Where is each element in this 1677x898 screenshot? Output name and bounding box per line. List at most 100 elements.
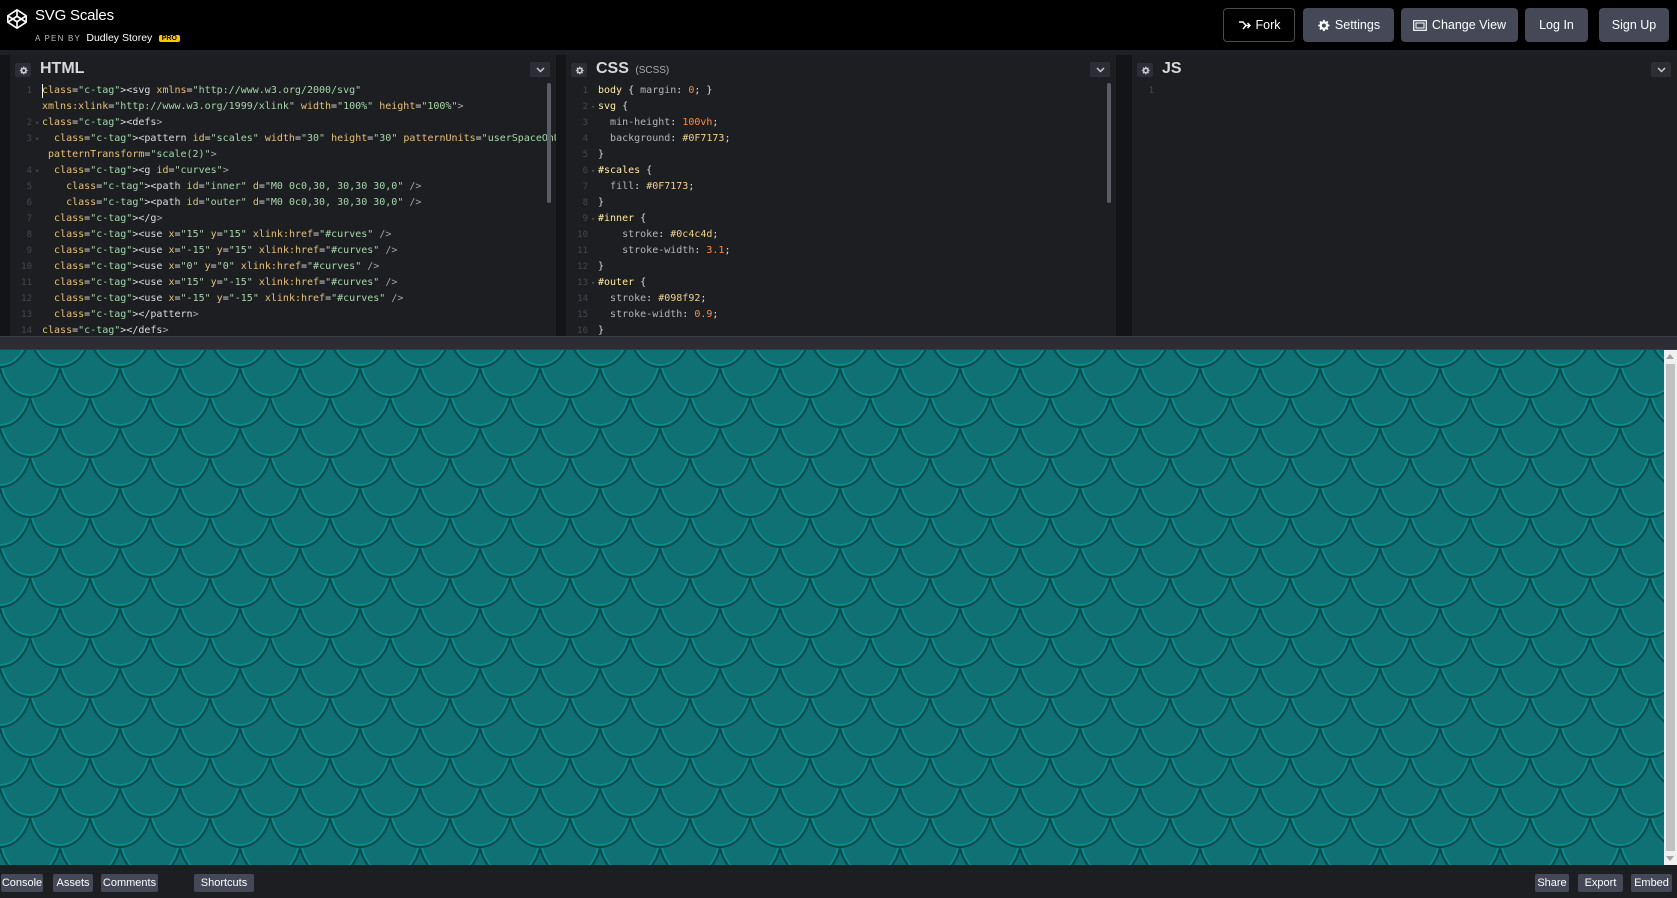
console-button[interactable]: Console [1, 874, 43, 892]
css-settings-button[interactable] [571, 63, 587, 77]
login-button[interactable]: Log In [1525, 8, 1588, 42]
author-link[interactable]: Dudley Storey [86, 32, 152, 44]
codepen-logo-icon[interactable] [6, 8, 28, 30]
export-button[interactable]: Export [1578, 874, 1623, 892]
code-line[interactable]: 13 class="c-tag"></pattern> [10, 307, 556, 323]
fish-scale-pattern [0, 350, 1664, 865]
html-settings-button[interactable] [15, 63, 31, 77]
code-line[interactable]: 15 stroke-width: 0.9; [566, 307, 1116, 323]
fold-arrow-icon[interactable]: ▾ [591, 99, 595, 115]
fold-arrow-icon[interactable]: ▾ [35, 163, 39, 179]
code-text: stroke: #098f92; [610, 293, 707, 304]
preview-scroll-thumb[interactable] [1666, 364, 1675, 851]
code-line[interactable]: 9 ▾ #inner { [566, 211, 1116, 227]
pro-badge: PRO [158, 35, 180, 42]
code-text: class="c-tag"></pattern> [54, 309, 199, 320]
fold-arrow-icon[interactable]: ▾ [35, 131, 39, 147]
scroll-down-arrow-icon[interactable] [1666, 856, 1674, 861]
code-line[interactable]: 2 ▾ svg { [566, 99, 1116, 115]
code-line[interactable]: 11 stroke-width: 3.1; [566, 243, 1116, 259]
fold-arrow-icon[interactable]: ▾ [591, 211, 595, 227]
code-line[interactable]: patternTransform="scale(2)"> [10, 147, 556, 163]
css-code-area[interactable]: 1 body { margin: 0; } 2 ▾ svg {3 min-height:… [566, 83, 1116, 336]
code-text: min-height: 100vh; [610, 117, 719, 128]
code-line[interactable]: 5} [566, 147, 1116, 163]
code-line[interactable]: 8 class="c-tag"><use x="15" y="15" xlink… [10, 227, 556, 243]
code-line[interactable]: 1 body { margin: 0; } [566, 83, 1116, 99]
css-preprocessor-label: (SCSS) [635, 65, 670, 76]
settings-button-label: Settings [1334, 18, 1381, 32]
css-collapse-button[interactable] [1090, 62, 1110, 77]
fork-icon [1238, 20, 1251, 29]
code-line[interactable]: 7 class="c-tag"></g> [10, 211, 556, 227]
css-editor-scrollbar[interactable] [1107, 83, 1111, 203]
code-text: } [598, 149, 605, 160]
code-line[interactable]: 4 background: #0F7173; [566, 131, 1116, 147]
fold-arrow-icon[interactable]: ▾ [591, 163, 595, 179]
code-line[interactable]: xmlns:xlink="http://www.w3.org/1999/xlin… [10, 99, 556, 115]
fork-button[interactable]: Fork [1223, 8, 1295, 42]
settings-button[interactable]: Settings [1303, 8, 1394, 42]
chevron-down-icon [1656, 66, 1666, 73]
line-number: 11 [577, 246, 588, 256]
assets-button[interactable]: Assets [53, 874, 93, 892]
code-line[interactable]: 7 fill: #0F7173; [566, 179, 1116, 195]
code-text: class="c-tag"><use x="15" y="15" xlink:h… [54, 229, 392, 240]
fold-arrow-icon[interactable]: ▾ [591, 275, 595, 291]
line-number: 2 [26, 118, 32, 128]
code-line[interactable]: 16} [566, 323, 1116, 336]
fold-arrow-icon[interactable]: ▾ [35, 115, 39, 131]
change-view-button[interactable]: Change View [1401, 8, 1518, 42]
pen-title: SVG Scales [35, 7, 114, 24]
code-text: } [598, 197, 605, 208]
line-number: 6 [582, 166, 588, 176]
html-collapse-button[interactable] [530, 62, 550, 77]
code-text: #inner { [598, 213, 647, 224]
line-number: 5 [582, 150, 588, 160]
code-line[interactable]: 12} [566, 259, 1116, 275]
editor-resize-handle[interactable] [0, 336, 1677, 350]
code-line[interactable]: 11 class="c-tag"><use x="15" y="-15" xli… [10, 275, 556, 291]
code-line[interactable]: 3 min-height: 100vh; [566, 115, 1116, 131]
code-line[interactable]: 14 class="c-tag"></defs> [10, 323, 556, 336]
preview-scrollbar[interactable] [1664, 350, 1677, 865]
pen-byline: A PEN BY Dudley Storey PRO [35, 32, 180, 44]
code-text: class="c-tag"></g> [54, 213, 163, 224]
code-line[interactable]: 10 stroke: #0c4c4d; [566, 227, 1116, 243]
code-text: class="c-tag"><use x="-15" y="-15" xlink… [54, 293, 404, 304]
html-code-area[interactable]: 1 class="c-tag"><svg xmlns="http://www.w3… [10, 83, 556, 336]
code-text: } [598, 261, 605, 272]
code-line[interactable]: 6 ▾ #scales { [566, 163, 1116, 179]
code-line[interactable]: 1 [1132, 83, 1677, 99]
bottom-toolbar: Console Assets Comments Shortcuts Share … [0, 865, 1677, 898]
js-editor-header: JS [1132, 55, 1677, 81]
scroll-up-arrow-icon[interactable] [1666, 354, 1674, 359]
code-line[interactable]: 1 class="c-tag"><svg xmlns="http://www.w3… [10, 83, 556, 99]
code-line[interactable]: 5 class="c-tag"><path id="inner" d="M0 0… [10, 179, 556, 195]
code-line[interactable]: 3 ▾ class="c-tag"><pattern id="scales" wi… [10, 131, 556, 147]
code-line[interactable]: 12 class="c-tag"><use x="-15" y="-15" xl… [10, 291, 556, 307]
signup-button[interactable]: Sign Up [1599, 8, 1669, 42]
js-settings-button[interactable] [1137, 63, 1153, 77]
code-line[interactable]: 6 class="c-tag"><path id="outer" d="M0 0… [10, 195, 556, 211]
code-text: fill: #0F7173; [610, 181, 695, 192]
preview-pane[interactable] [0, 350, 1664, 865]
comments-button[interactable]: Comments [101, 874, 158, 892]
embed-button[interactable]: Embed [1631, 874, 1672, 892]
js-editor-title: JS [1162, 60, 1182, 77]
js-collapse-button[interactable] [1651, 62, 1671, 77]
share-button[interactable]: Share [1535, 874, 1569, 892]
code-line[interactable]: 2 ▾ class="c-tag"><defs> [10, 115, 556, 131]
gear-icon [1318, 19, 1330, 31]
change-view-button-label: Change View [1431, 18, 1507, 32]
line-number: 1 [1148, 86, 1154, 96]
code-line[interactable]: 4 ▾ class="c-tag"><g id="curves"> [10, 163, 556, 179]
code-line[interactable]: 8} [566, 195, 1116, 211]
code-line[interactable]: 13 ▾ #outer { [566, 275, 1116, 291]
code-line[interactable]: 10 class="c-tag"><use x="0" y="0" xlink:… [10, 259, 556, 275]
js-code-area[interactable]: 1 [1132, 83, 1677, 336]
html-editor-scrollbar[interactable] [547, 83, 551, 203]
shortcuts-button[interactable]: Shortcuts [194, 874, 254, 892]
code-line[interactable]: 9 class="c-tag"><use x="-15" y="15" xlin… [10, 243, 556, 259]
code-line[interactable]: 14 stroke: #098f92; [566, 291, 1116, 307]
